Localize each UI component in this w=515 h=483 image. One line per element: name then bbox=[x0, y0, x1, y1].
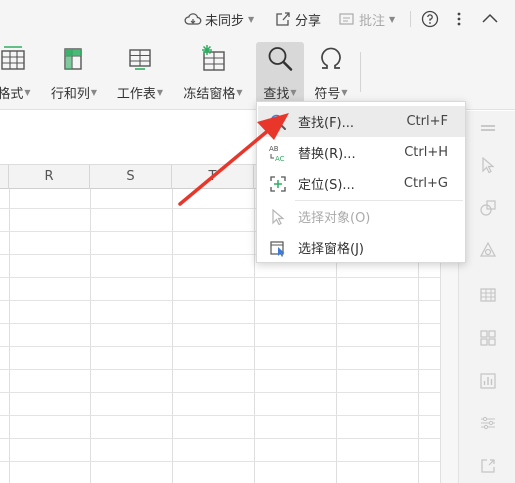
chart-icon[interactable] bbox=[479, 372, 497, 390]
freeze-panes-button[interactable]: 冻结窗格 ▼ bbox=[176, 42, 250, 106]
format-button[interactable]: 格式 ▼ bbox=[0, 42, 40, 106]
select-object-icon bbox=[268, 207, 288, 227]
search-icon bbox=[268, 112, 288, 132]
ribbon-toolbar: 格式 ▼ 行和列 ▼ 工作表 ▼ 冻结窗格 ▼ 查找 ▼ 符号 ▼ bbox=[0, 38, 515, 110]
chevron-down-icon: ▼ bbox=[341, 88, 348, 97]
freeze-panes-label: 冻结窗格 bbox=[183, 87, 236, 102]
help-circle-icon bbox=[421, 10, 439, 28]
grid-apps-icon[interactable] bbox=[479, 329, 497, 347]
grid-line bbox=[0, 415, 440, 416]
cloud-sync-icon bbox=[184, 13, 202, 25]
menu-item-label: 定位(S)... bbox=[298, 178, 355, 193]
svg-text:AB: AB bbox=[269, 145, 279, 153]
share-button[interactable]: 分享 bbox=[274, 9, 321, 29]
share-panel-icon[interactable] bbox=[479, 457, 497, 475]
more-button[interactable] bbox=[455, 9, 463, 29]
menu-item-select-objects[interactable]: 选择对象(O) bbox=[258, 201, 465, 232]
search-icon bbox=[263, 42, 297, 76]
chevron-up-icon bbox=[482, 13, 498, 23]
help-button[interactable] bbox=[421, 9, 439, 29]
column-header-t[interactable]: T bbox=[172, 165, 254, 189]
menu-item-goto[interactable]: 定位(S)... Ctrl+G bbox=[258, 168, 465, 199]
omega-icon bbox=[314, 42, 348, 76]
menu-item-label: 查找(F)... bbox=[298, 116, 355, 131]
grid-line bbox=[0, 277, 440, 278]
share-label: 分享 bbox=[295, 13, 322, 29]
drag-handle-icon[interactable] bbox=[481, 125, 495, 131]
chevron-down-icon: ▼ bbox=[90, 88, 98, 97]
chevron-down-icon: ▼ bbox=[389, 14, 396, 24]
selection-pane-icon bbox=[268, 238, 288, 258]
table-icon[interactable] bbox=[479, 286, 497, 304]
comment-button[interactable]: 批注 ▼ bbox=[338, 9, 395, 29]
collapse-ribbon-button[interactable] bbox=[481, 9, 499, 29]
sync-button[interactable]: 未同步 ▼ bbox=[184, 9, 254, 29]
title-bar: 未同步 ▼ 分享 批注 ▼ bbox=[0, 0, 515, 38]
worksheet-button[interactable]: 工作表 ▼ bbox=[110, 42, 170, 106]
find-dropdown-menu: 查找(F)... Ctrl+F AB AC 替换(R)... Ctrl+H 定位… bbox=[256, 101, 466, 263]
chevron-down-icon: ▼ bbox=[236, 88, 243, 97]
grid-line bbox=[0, 300, 440, 301]
worksheet-icon bbox=[123, 42, 157, 76]
column-header[interactable] bbox=[0, 165, 9, 189]
symbol-label: 符号 bbox=[314, 87, 341, 102]
grid-line bbox=[0, 346, 440, 347]
find-button[interactable]: 查找 ▼ bbox=[256, 42, 304, 106]
grid-line bbox=[0, 461, 440, 462]
more-vertical-icon bbox=[457, 12, 461, 26]
rows-columns-button[interactable]: 行和列 ▼ bbox=[44, 42, 104, 106]
format-label: 格式 bbox=[0, 87, 24, 102]
menu-item-replace[interactable]: AB AC 替换(R)... Ctrl+H bbox=[258, 137, 465, 168]
menu-item-shortcut: Ctrl+F bbox=[406, 114, 448, 129]
worksheet-label: 工作表 bbox=[116, 87, 156, 102]
symbol-button[interactable]: 符号 ▼ bbox=[308, 42, 354, 106]
menu-item-find[interactable]: 查找(F)... Ctrl+F bbox=[258, 106, 465, 137]
replace-icon: AB AC bbox=[268, 143, 288, 163]
menu-item-label: 选择窗格(J) bbox=[298, 242, 364, 257]
side-panel bbox=[458, 111, 515, 483]
rows-columns-icon bbox=[57, 42, 91, 76]
comment-label: 批注 bbox=[359, 13, 386, 29]
menu-item-shortcut: Ctrl+H bbox=[404, 145, 448, 160]
grid-line bbox=[0, 438, 440, 439]
svg-text:AC: AC bbox=[275, 155, 285, 163]
rows-columns-label: 行和列 bbox=[50, 87, 90, 102]
find-label: 查找 bbox=[263, 87, 290, 102]
chevron-down-icon: ▼ bbox=[156, 88, 164, 97]
pointer-icon[interactable] bbox=[479, 156, 497, 174]
grid-line bbox=[0, 323, 440, 324]
column-header-s[interactable]: S bbox=[90, 165, 172, 189]
menu-item-label: 选择对象(O) bbox=[298, 211, 371, 226]
chevron-down-icon: ▼ bbox=[248, 14, 255, 24]
menu-item-shortcut: Ctrl+G bbox=[403, 176, 448, 191]
chevron-down-icon: ▼ bbox=[24, 88, 31, 97]
divider bbox=[410, 11, 411, 27]
chevron-down-icon: ▼ bbox=[290, 88, 297, 97]
comment-icon bbox=[339, 13, 354, 25]
column-header-r[interactable]: R bbox=[9, 165, 90, 189]
sync-label: 未同步 bbox=[205, 13, 245, 29]
freeze-panes-icon bbox=[196, 42, 230, 76]
grid-line bbox=[0, 392, 440, 393]
format-icon bbox=[0, 42, 31, 76]
shapes-icon[interactable] bbox=[479, 199, 497, 217]
style-icon[interactable] bbox=[479, 241, 497, 259]
locate-icon bbox=[268, 174, 288, 194]
menu-item-selection-pane[interactable]: 选择窗格(J) bbox=[258, 232, 465, 263]
sliders-icon[interactable] bbox=[479, 414, 497, 432]
grid-line bbox=[0, 369, 440, 370]
menu-item-label: 替换(R)... bbox=[298, 147, 356, 162]
ribbon-divider bbox=[360, 52, 361, 92]
share-icon bbox=[276, 12, 290, 26]
